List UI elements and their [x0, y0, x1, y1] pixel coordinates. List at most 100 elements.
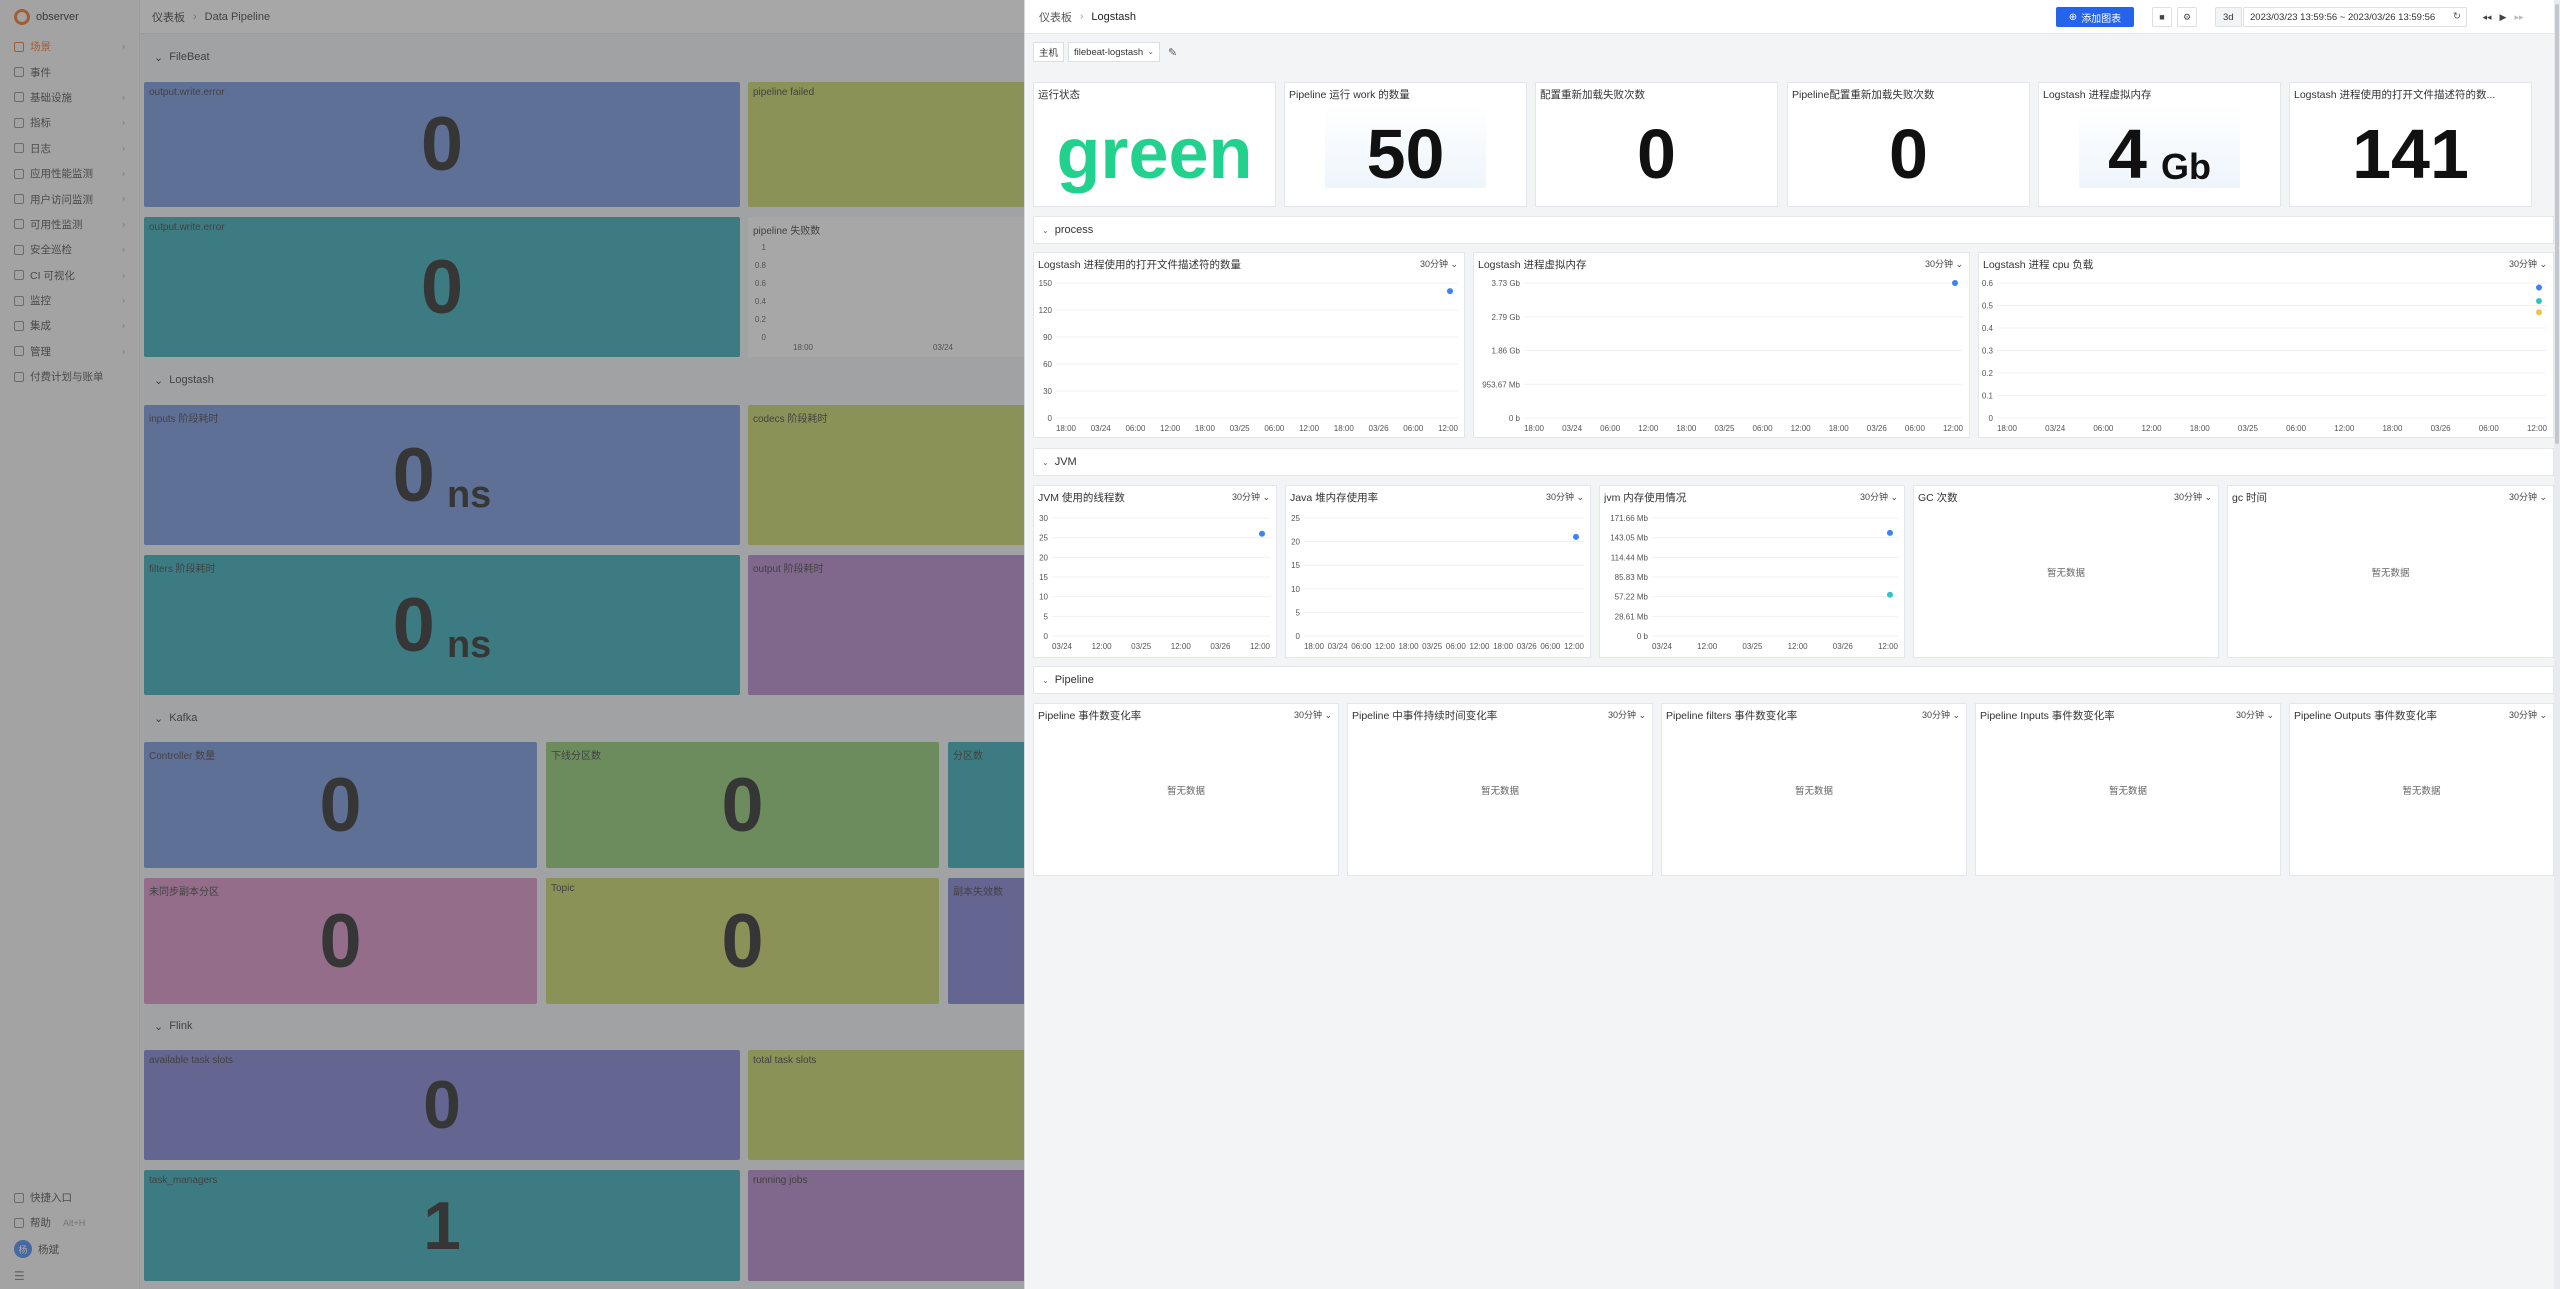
chart-card-pipeline-events[interactable]: Pipeline 事件数变化率 30分钟 ⌄ 暂无数据 — [1033, 703, 1339, 876]
x-tick-label: 03/26 — [1210, 642, 1231, 651]
modal-overlay[interactable] — [0, 0, 1024, 1289]
stat-card-status[interactable]: 运行状态 green — [1033, 82, 1276, 207]
chevron-down-icon: ⌄ — [1042, 225, 1049, 235]
host-select-value: filebeat-logstash — [1074, 46, 1144, 58]
stat-value: 141 — [2352, 114, 2469, 193]
settings-button[interactable]: ⚙ — [2177, 7, 2197, 27]
chart-card-gc-count[interactable]: GC 次数 30分钟 ⌄ 暂无数据 — [1913, 485, 2219, 658]
x-tick-label: 06:00 — [1753, 424, 1774, 433]
stat-card-pipeline-reload-failures[interactable]: Pipeline配置重新加载失败次数 0 — [1787, 82, 2030, 207]
y-tick-label: 143.05 Mb — [1610, 534, 1648, 543]
y-tick-label: 0 — [1989, 414, 1994, 423]
time-forward-button[interactable]: ▸▸ — [2509, 7, 2529, 27]
x-tick-label: 12:00 — [1697, 642, 1718, 651]
chart-card-cpu-load[interactable]: Logstash 进程 cpu 负载 30分钟 ⌄ 0.6 0.5 0.4 0.3 0.… — [1978, 252, 2554, 438]
x-tick-label: 06:00 — [1905, 424, 1926, 433]
x-tick-label: 03/26 — [1517, 642, 1538, 651]
stat-value: green — [1056, 113, 1253, 194]
drawer-header: 仪表板 › Logstash ⊕ 添加图表 ■ ⚙ 3d 2023/03/23 1… — [1025, 0, 2560, 34]
chart-card-virtual-memory[interactable]: Logstash 进程虚拟内存 30分钟 ⌄ 3.73 Gb 2.79 Gb 1.8… — [1473, 252, 1970, 438]
chart-card-jvm-threads[interactable]: JVM 使用的线程数 30分钟 ⌄ 30 25 20 15 10 5 0 03/24 12:00… — [1033, 485, 1277, 658]
chart-card-java-heap[interactable]: Java 堆内存使用率 30分钟 ⌄ 25 20 15 10 5 0 18:00 03/24 0… — [1285, 485, 1591, 658]
breadcrumb-root[interactable]: 仪表板 — [1039, 9, 1072, 25]
x-tick-label: 12:00 — [2527, 424, 2548, 433]
data-point — [2536, 298, 2542, 304]
save-button[interactable]: ■ — [2152, 7, 2172, 27]
chart-card-jvm-memory[interactable]: jvm 内存使用情况 30分钟 ⌄ 171.66 Mb 143.05 Mb 114.… — [1599, 485, 1905, 658]
y-tick-label: 2.79 Gb — [1492, 313, 1521, 322]
stat-card-reload-failures[interactable]: 配置重新加载失败次数 0 — [1535, 82, 1778, 207]
x-tick-label: 06:00 — [1446, 642, 1467, 651]
y-tick-label: 30 — [1043, 387, 1052, 396]
add-chart-label: 添加图表 — [2081, 13, 2122, 25]
x-tick-label: 18:00 — [1997, 424, 2018, 433]
stat-unit: Gb — [2160, 146, 2211, 187]
edit-icon[interactable]: ✎ — [1168, 46, 1177, 59]
chevron-down-icon: ⌄ — [1042, 675, 1049, 685]
stat-title: Logstash 进程使用的打开文件描述符的数... — [2294, 89, 2496, 101]
x-tick-label: 03/24 — [1562, 424, 1583, 433]
y-tick-label: 20 — [1039, 553, 1048, 562]
chart-svg: 0.60.50.40.30.20.1018:00 03/24 06:00 12:00 1… — [1982, 279, 2548, 433]
empty-state: 暂无数据 — [2108, 785, 2147, 797]
chart-card-pipeline-filters[interactable]: Pipeline filters 事件数变化率 30分钟 ⌄ 暂无数据 — [1661, 703, 1967, 876]
x-tick-label: 06:00 — [1540, 642, 1561, 651]
x-tick-label: 03/24 — [1052, 642, 1073, 651]
gear-icon: ⚙ — [2182, 11, 2192, 22]
refresh-icon[interactable]: ↻ — [2453, 11, 2461, 22]
time-range-quick[interactable]: 3d — [2215, 7, 2242, 27]
x-tick-label: 06:00 — [1403, 424, 1424, 433]
chart-card-pipeline-inputs[interactable]: Pipeline Inputs 事件数变化率 30分钟 ⌄ 暂无数据 — [1975, 703, 2281, 876]
x-tick-label: 18:00 — [2382, 424, 2403, 433]
y-tick-label: 25 — [1291, 514, 1300, 523]
breadcrumb-current: Logstash — [1091, 10, 1136, 23]
chart-card-open-fds[interactable]: Logstash 进程使用的打开文件描述符的数量 30分钟 ⌄ 150 120 90… — [1033, 252, 1465, 438]
chart-card-gc-time[interactable]: gc 时间 30分钟 ⌄ 暂无数据 — [2227, 485, 2554, 658]
stat-value: 50 — [1366, 114, 1445, 193]
chart-svg: 3.73 Gb2.79 Gb1.86 Gb953.67 Mb0 b18:00 03… — [1482, 279, 1963, 433]
chart-svg: 150120906030018:00 03/24 06:00 12:00 18:00 03… — [1039, 279, 1459, 433]
section-process[interactable]: ⌄ process — [1033, 216, 2554, 244]
stat-value: 0 — [1889, 114, 1928, 193]
section-pipeline[interactable]: ⌄ Pipeline — [1033, 666, 2554, 694]
rewind-icon: ◂◂ — [2482, 11, 2492, 22]
stat-title: Pipeline配置重新加载失败次数 — [1792, 89, 1935, 101]
drawer-scrollbar[interactable] — [2554, 0, 2560, 1289]
y-tick-label: 15 — [1039, 573, 1048, 582]
data-point — [1573, 533, 1579, 540]
x-tick-label: 06:00 — [2479, 424, 2500, 433]
host-select[interactable]: filebeat-logstash ⌄ — [1068, 42, 1161, 62]
add-chart-button[interactable]: ⊕ 添加图表 — [2056, 7, 2134, 27]
y-tick-label: 0 — [1044, 632, 1049, 641]
stat-card-open-fds[interactable]: Logstash 进程使用的打开文件描述符的数... 141 — [2289, 82, 2532, 207]
section-jvm[interactable]: ⌄ JVM — [1033, 448, 2554, 476]
scrollbar-thumb[interactable] — [2555, 4, 2559, 444]
time-range-picker[interactable]: 2023/03/23 13:59:56 ~ 2023/03/26 13:59:5… — [2243, 7, 2467, 27]
section-title: process — [1054, 224, 1094, 236]
y-tick-label: 10 — [1039, 593, 1048, 602]
y-tick-label: 0 b — [1637, 632, 1649, 641]
y-tick-label: 3.73 Gb — [1492, 279, 1521, 288]
y-tick-label: 120 — [1039, 306, 1053, 315]
chart-card-pipeline-duration[interactable]: Pipeline 中事件持续时间变化率 30分钟 ⌄ 暂无数据 — [1347, 703, 1653, 876]
fast-forward-icon: ▸▸ — [2514, 11, 2524, 22]
empty-state: 暂无数据 — [2402, 785, 2441, 797]
x-tick-label: 12:00 — [1299, 424, 1320, 433]
data-point — [1887, 591, 1893, 598]
x-tick-label: 03/25 — [1422, 642, 1443, 651]
x-tick-label: 06:00 — [2093, 424, 2114, 433]
empty-state: 暂无数据 — [1480, 785, 1519, 797]
x-tick-label: 12:00 — [1160, 424, 1181, 433]
chart-svg: 252015105018:00 03/24 06:00 12:00 18:00 03/25… — [1291, 514, 1584, 651]
x-tick-label: 06:00 — [1351, 642, 1372, 651]
chart-card-pipeline-outputs[interactable]: Pipeline Outputs 事件数变化率 30分钟 ⌄ 暂无数据 — [2289, 703, 2554, 876]
y-tick-label: 0 — [1048, 414, 1053, 423]
x-tick-label: 03/26 — [2431, 424, 2452, 433]
stat-card-virtual-memory[interactable]: Logstash 进程虚拟内存 4 Gb — [2038, 82, 2281, 207]
save-icon: ■ — [2159, 12, 2165, 22]
y-tick-label: 0 b — [1509, 414, 1521, 423]
stat-card-pipeline-workers[interactable]: Pipeline 运行 work 的数量 50 — [1284, 82, 1527, 207]
x-tick-label: 12:00 — [1788, 642, 1809, 651]
x-tick-label: 12:00 — [1092, 642, 1113, 651]
x-tick-label: 18:00 — [1334, 424, 1355, 433]
